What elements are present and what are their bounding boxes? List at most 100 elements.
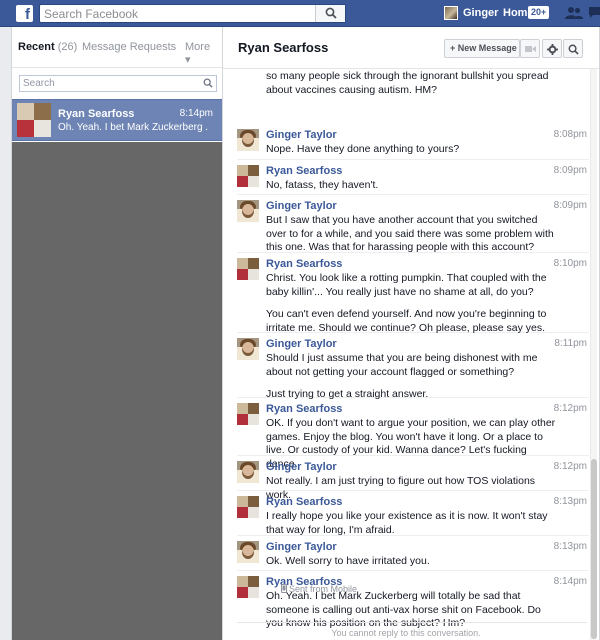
empty-list-area <box>12 142 222 640</box>
message-group: Ginger Taylor 8:09pm But I saw that you … <box>237 195 589 253</box>
message-time: 8:12pm <box>553 403 587 414</box>
cannot-reply-notice: You cannot reply to this conversation. <box>331 628 481 638</box>
gear-icon <box>547 44 558 55</box>
message-time: 8:10pm <box>553 258 587 269</box>
message-body: Nope. Have they done anything to yours? <box>266 143 558 157</box>
sender-avatar[interactable] <box>237 403 259 425</box>
sender-avatar[interactable] <box>237 541 259 563</box>
user-name: Ginger <box>463 7 499 19</box>
message-time: 8:09pm <box>553 200 587 211</box>
message-group: Ryan Searfoss 8:12pm OK. If you don't wa… <box>237 398 589 470</box>
conversation-title[interactable]: Ryan Searfoss <box>238 40 328 55</box>
thread-time: 8:14pm <box>179 108 213 119</box>
message-partial-text: so many people sick through the ignorant… <box>266 70 549 96</box>
divider <box>12 67 222 68</box>
sent-from-label: Sent from Mobile <box>289 584 358 594</box>
message-text: I really hope you like your existence as… <box>266 510 548 536</box>
message-text: Nope. Have they done anything to yours? <box>266 143 460 155</box>
message-body: Should I just assume that you are being … <box>266 352 558 402</box>
tab-message-requests[interactable]: Message Requests <box>82 41 176 53</box>
message-text: Should I just assume that you are being … <box>266 352 538 378</box>
friend-requests-icon[interactable] <box>565 6 583 20</box>
home-notification-badge: 20+ <box>528 6 550 19</box>
new-message-button[interactable]: + New Message <box>444 39 520 58</box>
message-text: But I saw that you have another account … <box>266 214 554 253</box>
message-time: 8:14pm <box>553 576 587 587</box>
top-navigation-bar: f Ginger Home 20+ <box>0 0 600 27</box>
message-group: Ryan Searfoss 8:13pm I really hope you l… <box>237 491 589 536</box>
thread-item-selected[interactable]: Ryan Searfoss 8:14pm Oh. Yeah. I bet Mar… <box>12 99 222 141</box>
tab-more-dropdown[interactable]: More ▾ <box>185 41 218 66</box>
conversation-search-input[interactable] <box>20 76 200 91</box>
tab-recent[interactable]: Recent (26) <box>18 41 77 53</box>
message-time: 8:13pm <box>553 541 587 552</box>
settings-button[interactable] <box>542 39 562 58</box>
tab-recent-count: (26) <box>57 41 78 53</box>
thread-avatar <box>17 103 51 137</box>
user-avatar <box>444 6 458 20</box>
message-group: Ginger Taylor 8:13pm Ok. Well sorry to h… <box>237 536 589 571</box>
sent-from-mobile: Sent from Mobile <box>281 584 357 594</box>
message-text: No, fatass, they haven't. <box>266 179 379 191</box>
message-text: Oh. Yeah. I bet Mark Zuckerberg will tot… <box>266 590 541 629</box>
message-time: 8:13pm <box>553 496 587 507</box>
search-icon <box>325 7 337 19</box>
sender-name[interactable]: Ryan Searfoss <box>266 165 342 177</box>
mobile-phone-icon <box>281 584 287 593</box>
sender-avatar[interactable] <box>237 461 259 483</box>
global-search-input[interactable] <box>40 5 316 22</box>
conversation-search-box <box>19 75 217 92</box>
profile-link[interactable]: Ginger <box>444 4 498 22</box>
search-icon[interactable] <box>203 78 213 88</box>
message-body: I really hope you like your existence as… <box>266 510 558 537</box>
message-text: Ok. Well sorry to have irritated you. <box>266 555 430 567</box>
message-time: 8:08pm <box>553 129 587 140</box>
video-camera-icon <box>525 46 536 52</box>
message-body: Oh. Yeah. I bet Mark Zuckerberg will tot… <box>266 590 558 631</box>
sender-name[interactable]: Ryan Searfoss <box>266 403 342 415</box>
inbox-tabs: Recent (26) Message Requests More ▾ <box>18 41 218 66</box>
sender-name[interactable]: Ryan Searfoss <box>266 496 342 508</box>
tab-recent-label: Recent <box>18 41 55 53</box>
divider <box>237 622 587 623</box>
messages-icon[interactable] <box>588 6 600 20</box>
message-group: Ginger Taylor 8:12pm Not really. I am ju… <box>237 456 589 501</box>
message-list[interactable]: so many people sick through the ignorant… <box>223 69 589 640</box>
sender-avatar[interactable] <box>237 576 259 598</box>
scrollbar-thumb[interactable] <box>591 459 597 639</box>
sender-avatar[interactable] <box>237 129 259 151</box>
sender-avatar[interactable] <box>237 165 259 187</box>
message-scrollbar[interactable] <box>590 69 597 640</box>
video-call-button[interactable] <box>520 39 540 58</box>
message-time: 8:12pm <box>553 461 587 472</box>
conversation-panel: Ryan Searfoss + New Message so many peop… <box>223 27 600 640</box>
message-time: 8:11pm <box>554 338 587 349</box>
message-group: Ryan Searfoss 8:09pm No, fatass, they ha… <box>237 160 589 195</box>
sender-name[interactable]: Ginger Taylor <box>266 461 337 473</box>
search-icon <box>568 44 579 55</box>
facebook-logo[interactable]: f <box>16 5 33 22</box>
message-time: 8:09pm <box>553 165 587 176</box>
sender-avatar[interactable] <box>237 258 259 280</box>
message-body: Ok. Well sorry to have irritated you. <box>266 555 558 569</box>
sender-name[interactable]: Ginger Taylor <box>266 541 337 553</box>
message-group: Ginger Taylor 8:11pm Should I just assum… <box>237 333 589 400</box>
sender-avatar[interactable] <box>237 338 259 360</box>
message-text: You can't even defend yourself. And now … <box>266 308 547 334</box>
message-body: Christ. You look like a rotting pumpkin.… <box>266 272 558 335</box>
sender-name[interactable]: Ginger Taylor <box>266 338 337 350</box>
conversation-search-button[interactable] <box>563 39 583 58</box>
sender-name[interactable]: Ginger Taylor <box>266 200 337 212</box>
sender-name[interactable]: Ryan Searfoss <box>266 258 342 270</box>
message-group: Ryan Searfoss 8:10pm Christ. You look li… <box>237 253 589 335</box>
thread-name: Ryan Searfoss <box>58 108 135 120</box>
sender-name[interactable]: Ginger Taylor <box>266 129 337 141</box>
thread-snippet: Oh. Yeah. I bet Mark Zuckerberg ... <box>58 122 208 133</box>
sender-avatar[interactable] <box>237 200 259 222</box>
sender-avatar[interactable] <box>237 496 259 518</box>
message-body: No, fatass, they haven't. <box>266 179 558 193</box>
global-search-button[interactable] <box>315 5 345 22</box>
conversation-list-panel: Recent (26) Message Requests More ▾ Ryan… <box>11 27 223 640</box>
message-body: But I saw that you have another account … <box>266 214 558 255</box>
message-text: Christ. You look like a rotting pumpkin.… <box>266 272 547 298</box>
